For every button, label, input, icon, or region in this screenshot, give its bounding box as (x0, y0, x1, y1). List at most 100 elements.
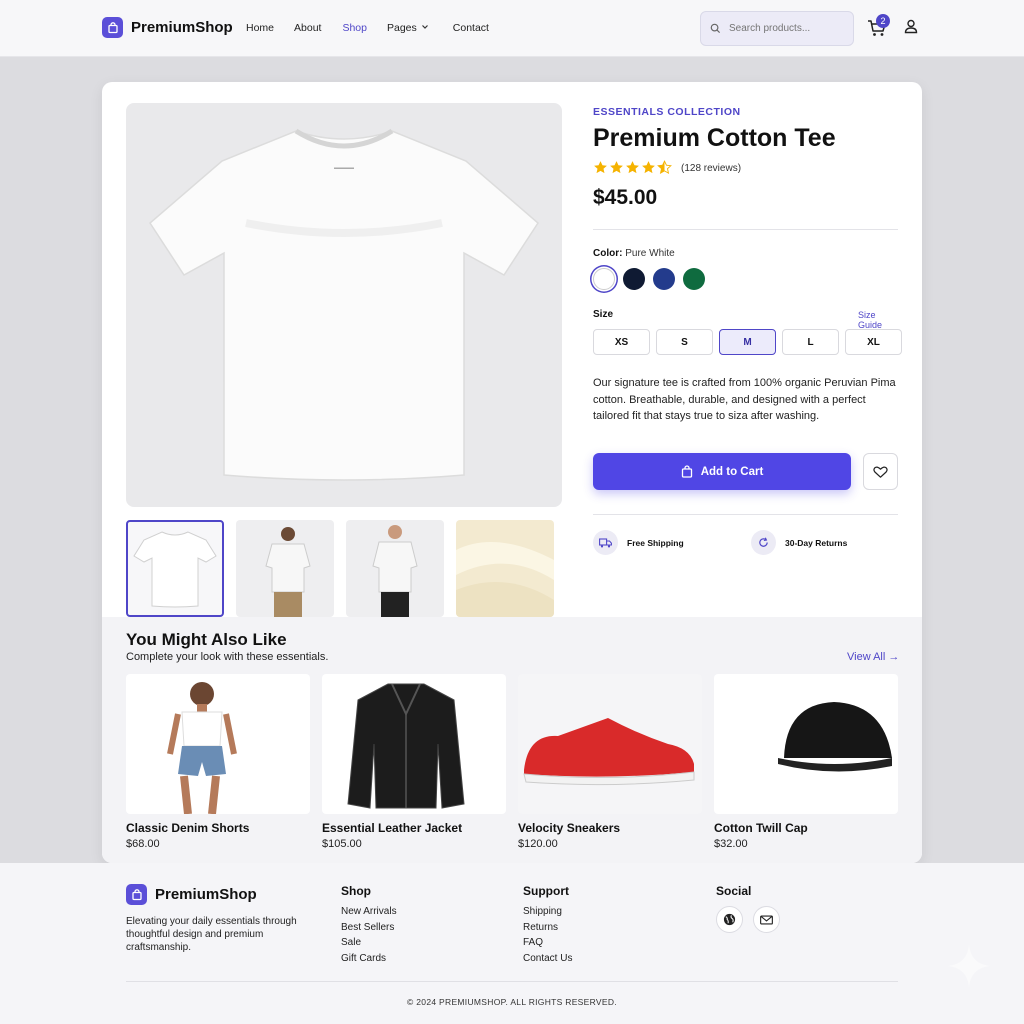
size-options: XS S M L XL (593, 329, 902, 355)
related-subtitle: Complete your look with these essentials… (126, 651, 329, 663)
product-image-shorts (126, 674, 310, 814)
size-label: Size (593, 309, 614, 320)
color-value: Pure White (625, 248, 675, 259)
swatch-blue[interactable] (653, 268, 675, 290)
swatch-white[interactable] (593, 268, 615, 290)
product-name: Classic Denim Shorts (126, 821, 250, 835)
nav-pages[interactable]: Pages (387, 22, 429, 34)
product-price: $45.00 (593, 186, 658, 209)
globe-icon[interactable] (716, 906, 743, 933)
size-guide-link[interactable]: Size Guide (858, 310, 898, 330)
footer-link[interactable]: New Arrivals (341, 904, 397, 920)
review-count[interactable]: (128 reviews) (681, 163, 741, 174)
star-icon (594, 161, 607, 174)
footer-link[interactable]: Contact Us (523, 951, 572, 967)
product-tile[interactable]: Velocity Sneakers $120.00 (518, 674, 702, 850)
product-price: $32.00 (714, 838, 748, 850)
swatch-green[interactable] (683, 268, 705, 290)
truck-icon (593, 530, 618, 555)
footer-link[interactable]: Shipping (523, 904, 572, 920)
footer-divider (126, 981, 898, 982)
main-product-image: ▬▬▬▬ (126, 103, 562, 507)
footer-link[interactable]: Best Sellers (341, 920, 397, 936)
wishlist-button[interactable] (863, 453, 898, 490)
perk-free-shipping: Free Shipping (593, 530, 684, 555)
perk-returns: 30-Day Returns (751, 530, 847, 555)
swatch-navy[interactable] (623, 268, 645, 290)
size-s[interactable]: S (656, 329, 713, 355)
bag-icon (681, 465, 692, 478)
thumbnail-front-model[interactable] (346, 520, 444, 617)
bag-logo-icon (102, 17, 123, 38)
heart-icon (873, 465, 888, 478)
site-header: PremiumShop Home About Shop Pages Contac… (0, 0, 1024, 57)
size-m[interactable]: M (719, 329, 776, 355)
chevron-down-icon (421, 25, 428, 29)
product-tile[interactable]: Cotton Twill Cap $32.00 (714, 674, 898, 850)
footer-column-title: Social (716, 884, 752, 898)
product-tile[interactable]: Classic Denim Shorts $68.00 (126, 674, 310, 850)
nav-about[interactable]: About (294, 22, 321, 34)
footer-link[interactable]: Sale (341, 935, 397, 951)
footer-logo[interactable]: PremiumShop (126, 884, 257, 905)
product-image-sneakers (518, 674, 702, 814)
nav-pages-label: Pages (387, 22, 417, 34)
search-input[interactable] (729, 23, 839, 34)
bag-logo-icon (126, 884, 147, 905)
divider (593, 514, 898, 515)
nav-home[interactable]: Home (246, 22, 274, 34)
footer-link[interactable]: Returns (523, 920, 572, 936)
footer-shop-column: Shop New Arrivals Best Sellers Sale Gift… (341, 884, 397, 966)
product-price: $120.00 (518, 838, 558, 850)
divider (593, 229, 898, 230)
search-icon (710, 23, 721, 34)
perk-label: Free Shipping (627, 537, 684, 548)
sparkle-icon (948, 945, 990, 987)
brand-name: PremiumShop (131, 19, 233, 36)
product-description: Our signature tee is crafted from 100% o… (593, 377, 896, 422)
product-price: $68.00 (126, 838, 160, 850)
star-half-icon (657, 160, 672, 175)
search-bar[interactable] (700, 11, 854, 46)
add-to-cart-label: Add to Cart (700, 465, 764, 478)
star-icon (642, 161, 655, 174)
footer-description: Elevating your daily essentials through … (126, 916, 297, 953)
nav-shop[interactable]: Shop (342, 22, 367, 34)
product-tile[interactable]: Essential Leather Jacket $105.00 (322, 674, 506, 850)
thumbnail-fabric-closeup[interactable] (456, 520, 554, 617)
size-l[interactable]: L (782, 329, 839, 355)
product-name: Velocity Sneakers (518, 821, 621, 835)
related-products: You Might Also Like Complete your look w… (102, 617, 922, 863)
site-footer: PremiumShop Elevating your daily essenti… (0, 863, 1024, 1024)
footer-link[interactable]: Gift Cards (341, 951, 397, 967)
rating-stars (593, 160, 672, 175)
footer-column-title: Support (523, 884, 569, 898)
size-xl[interactable]: XL (845, 329, 902, 355)
related-title: You Might Also Like (126, 630, 287, 649)
product-price: $105.00 (322, 838, 362, 850)
cart-count-badge: 2 (876, 14, 890, 28)
footer-brand-name: PremiumShop (155, 886, 257, 903)
product-title: Premium Cotton Tee (593, 124, 836, 152)
product-image-jacket (322, 674, 506, 814)
color-swatches (593, 268, 705, 290)
thumbnail-front[interactable] (126, 520, 224, 617)
header-logo[interactable]: PremiumShop (102, 17, 233, 38)
footer-support-column: Support Shipping Returns FAQ Contact Us (523, 884, 572, 966)
user-icon[interactable] (904, 19, 918, 34)
footer-link[interactable]: FAQ (523, 935, 572, 951)
main-nav: Home About Shop Pages Contact (246, 22, 489, 34)
view-all-link[interactable]: View All → (847, 651, 899, 663)
star-icon (610, 161, 623, 174)
footer-column-title: Shop (341, 884, 371, 898)
mail-icon[interactable] (753, 906, 780, 933)
size-xs[interactable]: XS (593, 329, 650, 355)
color-label-text: Color: (593, 248, 623, 259)
nav-contact[interactable]: Contact (453, 22, 489, 34)
add-to-cart-button[interactable]: Add to Cart (593, 453, 851, 490)
product-card: ▬▬▬▬ ESSENTIALS COLLECTION Premium Cotto… (102, 82, 922, 863)
thumbnail-back-model[interactable] (236, 520, 334, 617)
copyright: © 2024 PREMIUMSHOP. ALL RIGHTS RESERVED. (407, 997, 617, 1007)
product-image-cap (714, 674, 898, 814)
refresh-icon (751, 530, 776, 555)
